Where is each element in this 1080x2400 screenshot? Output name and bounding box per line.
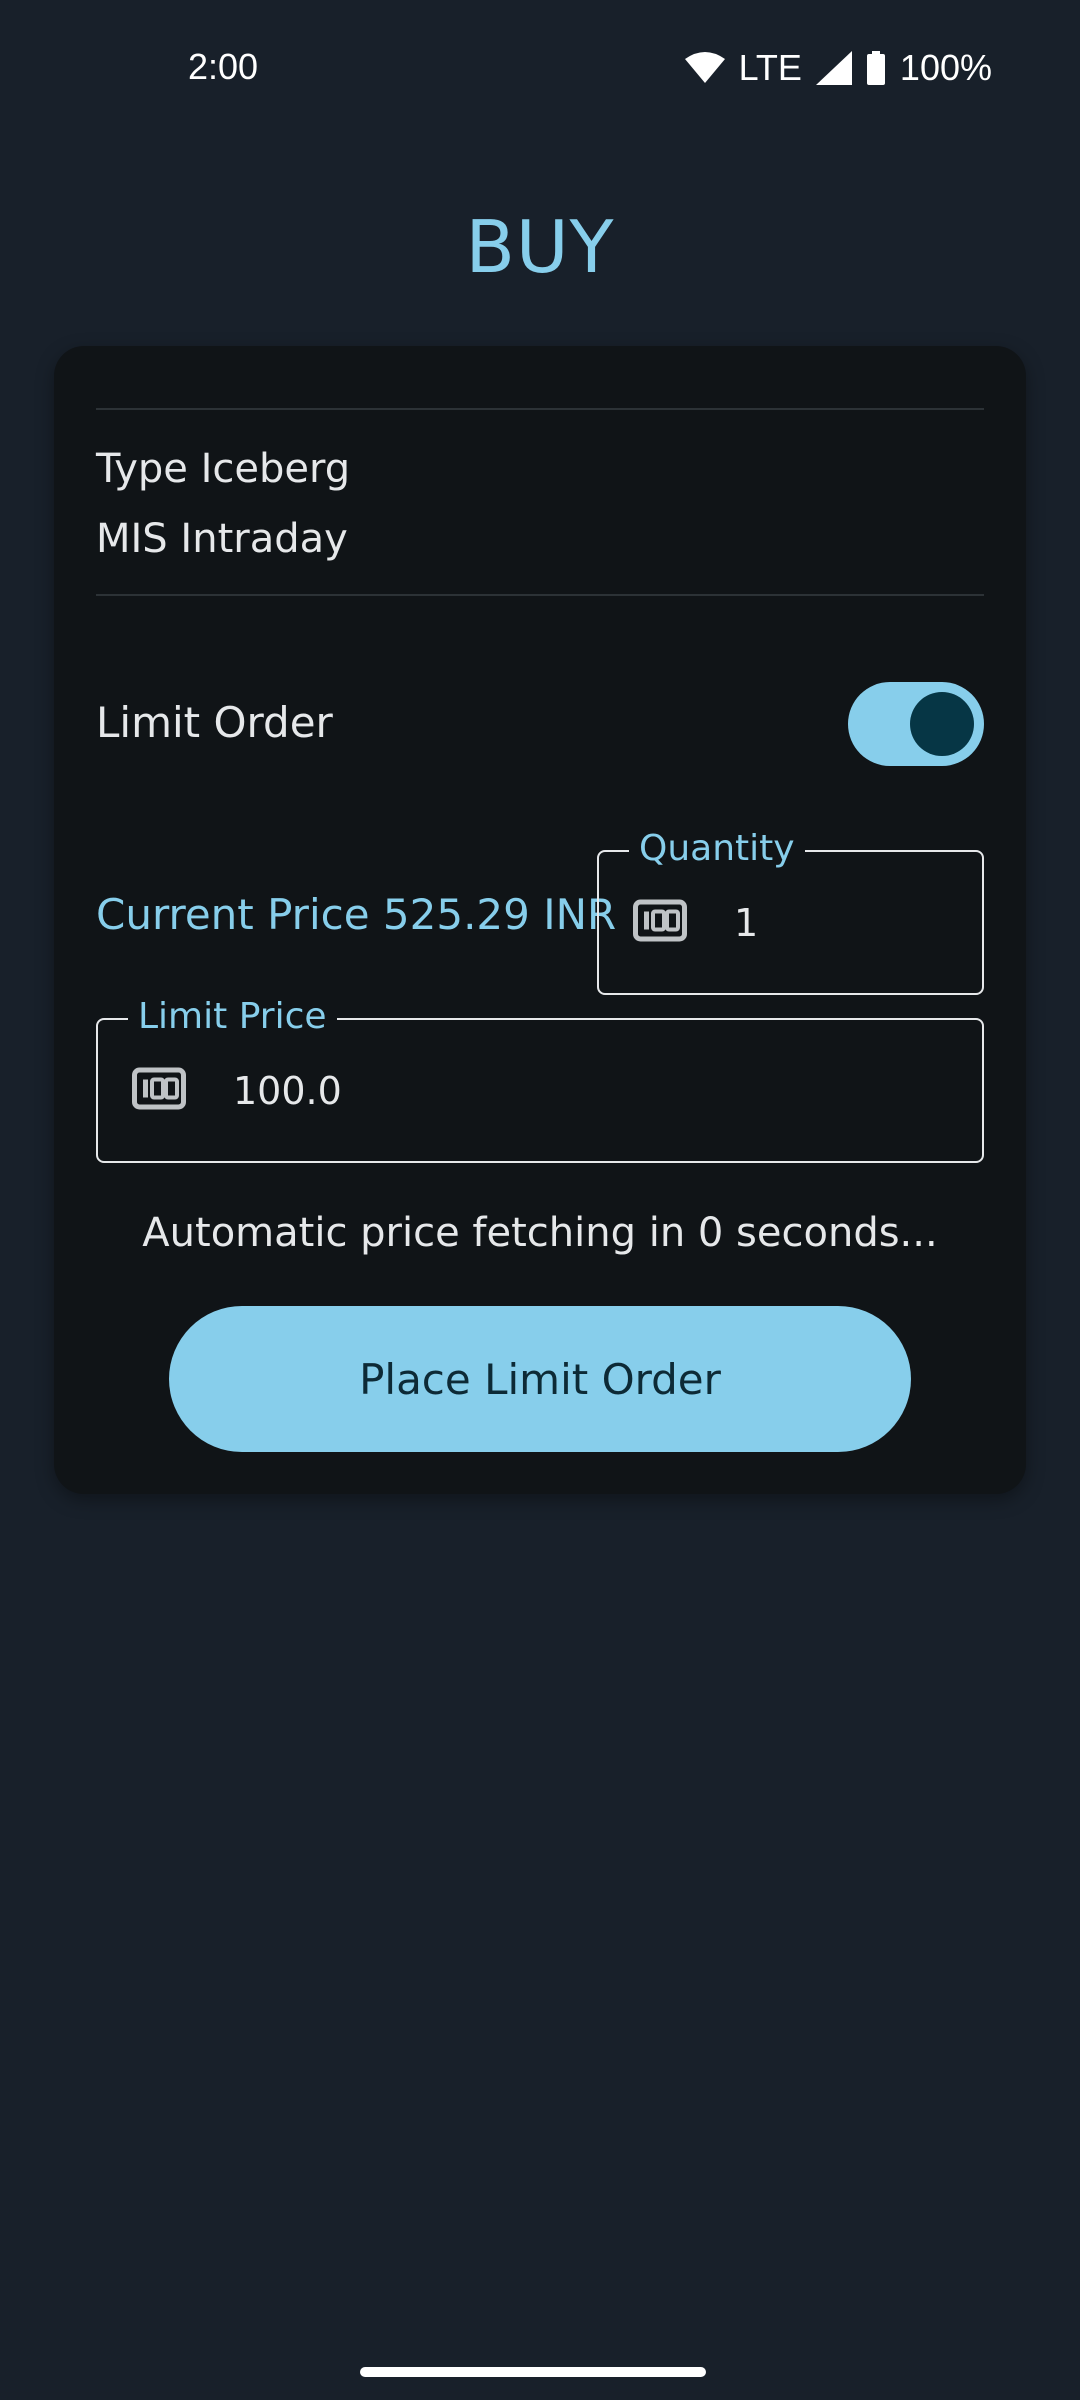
toggle-thumb bbox=[910, 692, 974, 756]
wifi-icon bbox=[684, 52, 725, 84]
current-price-text: Current Price 525.29 INR bbox=[96, 890, 617, 939]
limit-order-label: Limit Order bbox=[96, 698, 333, 747]
page-title: BUY bbox=[465, 205, 615, 289]
status-bar: 2:00 LTE 100% bbox=[0, 0, 1080, 135]
cell-signal-icon bbox=[815, 51, 852, 85]
divider bbox=[96, 594, 984, 596]
battery-percent: 100% bbox=[899, 47, 992, 88]
network-type: LTE bbox=[738, 47, 802, 88]
status-icons: LTE 100% bbox=[684, 46, 992, 90]
status-time: 2:00 bbox=[188, 46, 259, 87]
quantity-field[interactable]: Quantity 1 bbox=[597, 824, 984, 995]
order-type-text: Type Iceberg bbox=[96, 446, 351, 492]
limit-price-input[interactable]: 100.0 bbox=[233, 1069, 342, 1113]
limit-order-toggle[interactable] bbox=[848, 682, 984, 766]
place-limit-order-button[interactable]: Place Limit Order bbox=[169, 1306, 911, 1452]
limit-price-field[interactable]: Limit Price 100.0 bbox=[96, 992, 984, 1163]
divider bbox=[96, 408, 984, 410]
number-pad-icon bbox=[132, 1067, 186, 1114]
order-card: Type Iceberg MIS Intraday Limit Order Cu… bbox=[54, 346, 1026, 1494]
battery-icon bbox=[866, 51, 886, 85]
number-pad-icon bbox=[633, 899, 687, 946]
product-type-text: MIS Intraday bbox=[96, 516, 348, 562]
screen: 2:00 LTE 100% BUY Type Iceberg MIS Intra… bbox=[0, 0, 1080, 2400]
home-indicator[interactable] bbox=[360, 2367, 706, 2377]
quantity-label: Quantity bbox=[629, 824, 805, 874]
quantity-input[interactable]: 1 bbox=[734, 901, 758, 945]
limit-price-label: Limit Price bbox=[128, 992, 337, 1042]
auto-fetch-status: Automatic price fetching in 0 seconds... bbox=[142, 1210, 938, 1256]
